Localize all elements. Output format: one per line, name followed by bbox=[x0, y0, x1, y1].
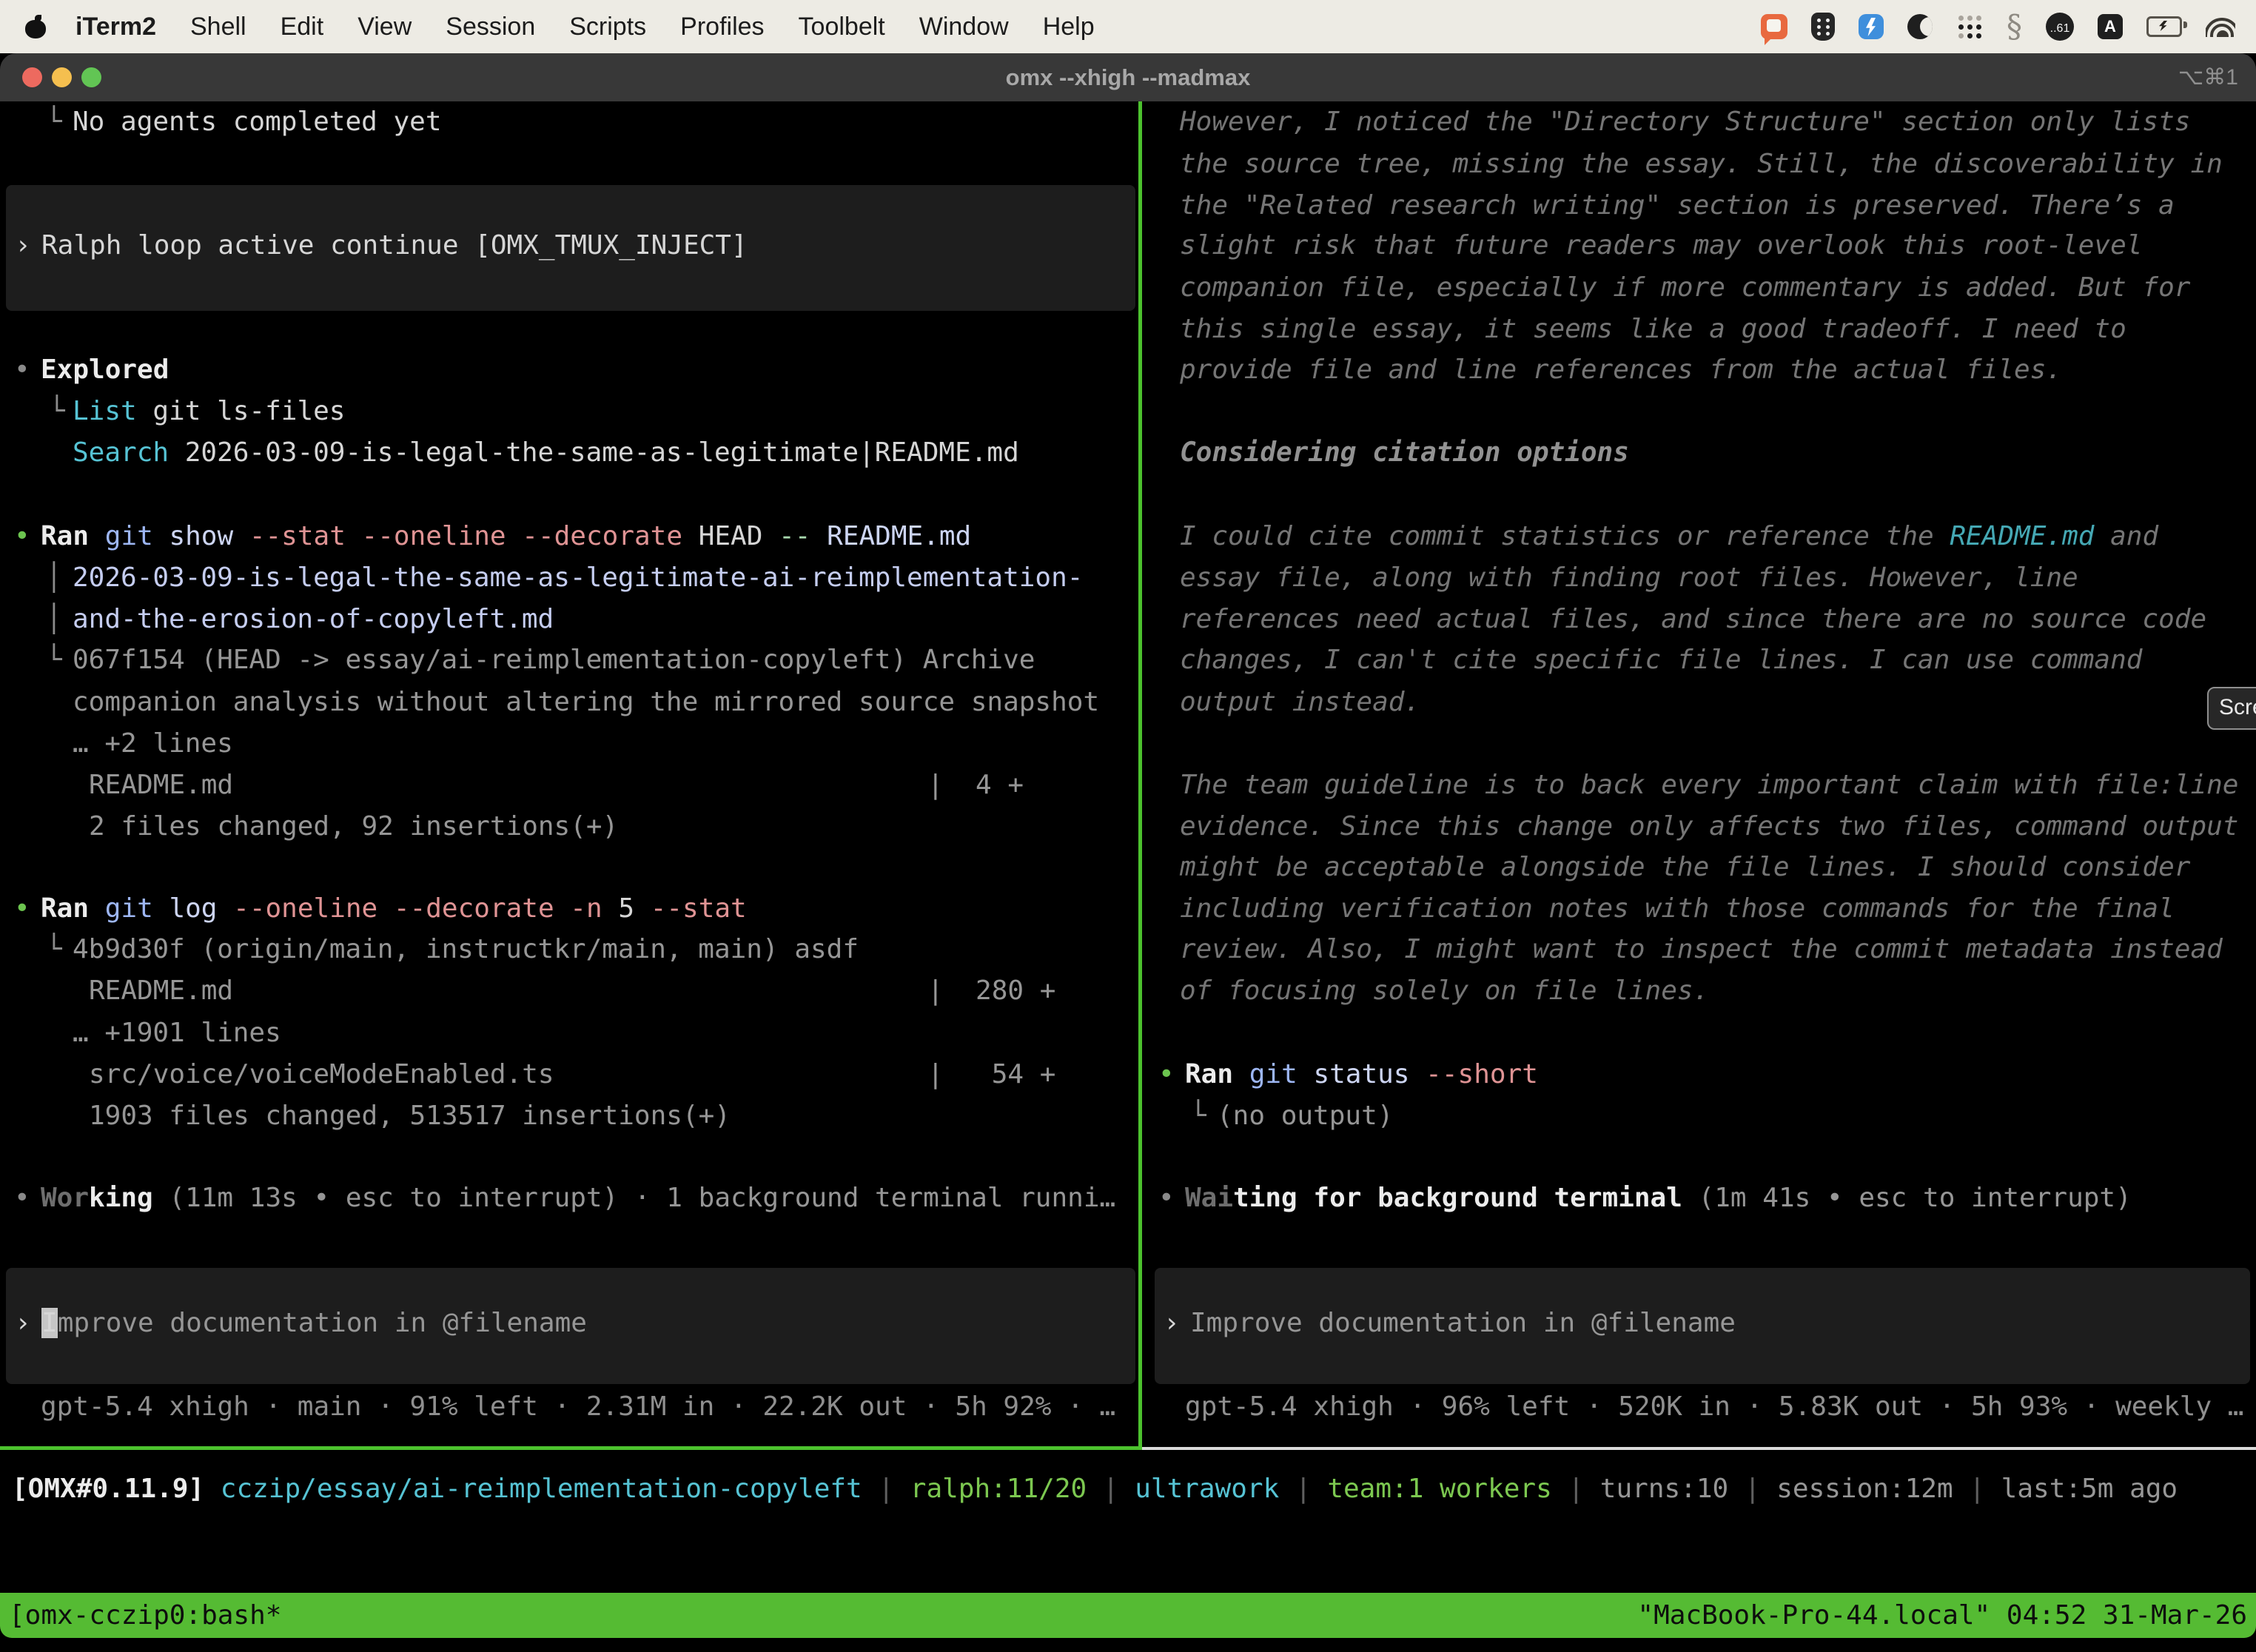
menu-edit[interactable]: Edit bbox=[281, 13, 324, 41]
thinking-line: changes, I can't cite specific file line… bbox=[1180, 639, 2142, 681]
thinking-line: provide file and line references from th… bbox=[1180, 349, 2062, 391]
right-pane-bottom-border bbox=[1142, 1447, 2256, 1450]
thinking-line: of focusing solely on file lines. bbox=[1180, 970, 1709, 1012]
agent-completion-status: No agents completed yet bbox=[73, 101, 442, 143]
command-arg-wrap: and-the-erosion-of-copyleft.md bbox=[73, 599, 554, 640]
menu-items: iTerm2 Shell Edit View Session Scripts Profile… bbox=[75, 13, 1095, 41]
bullet: • bbox=[1158, 1054, 1175, 1095]
thinking-line: including verification notes with those … bbox=[1180, 888, 2175, 930]
tree-glyph: └ bbox=[46, 639, 62, 681]
bullet: • bbox=[14, 349, 30, 391]
dots-grid-icon[interactable] bbox=[1956, 13, 1983, 40]
wifi-icon[interactable] bbox=[2206, 16, 2235, 37]
diffstat-summary: 1903 files changed, 513517 insertions(+) bbox=[89, 1095, 731, 1137]
diffstat-summary: 2 files changed, 92 insertions(+) bbox=[89, 806, 618, 847]
thinking-line: this single essay, it seems like a good … bbox=[1180, 309, 2126, 350]
tree-glyph: └ bbox=[46, 929, 62, 970]
command-line: Ran git log --oneline --decorate -n 5 --… bbox=[41, 888, 747, 930]
thinking-line: essay file, along with finding root file… bbox=[1180, 557, 2078, 599]
diffstat-count: | 54 + bbox=[927, 1054, 1055, 1095]
keyboard-a-icon[interactable]: A bbox=[2098, 14, 2123, 39]
diffstat-count: | 4 + bbox=[927, 765, 1024, 806]
prompt-chevron: › bbox=[15, 225, 31, 266]
battery-icon[interactable] bbox=[2146, 16, 2182, 37]
terminal-content: └No agents completed yet›Ralph loop acti… bbox=[0, 0, 2256, 1652]
tmux-host-time: "MacBook-Pro-44.local" 04:52 31-Mar-26 bbox=[1637, 1593, 2247, 1638]
bullet: • bbox=[14, 516, 30, 557]
diffstat-file: README.md bbox=[89, 765, 233, 806]
prompt-chevron: › bbox=[15, 1303, 31, 1344]
tree-glyph: │ bbox=[46, 599, 62, 640]
thinking-line: The team guideline is to back every impo… bbox=[1180, 765, 2238, 806]
left-pane-bottom-border bbox=[0, 1446, 1142, 1450]
prompt-input-text: Improve documentation in @filename bbox=[1190, 1303, 1736, 1344]
bullet: • bbox=[14, 888, 30, 930]
apple-menu-icon[interactable] bbox=[25, 13, 47, 40]
diffstat-count: | 280 + bbox=[927, 970, 1055, 1012]
injected-prompt-text: Ralph loop active continue [OMX_TMUX_INJ… bbox=[41, 225, 748, 266]
command-output-line: … +2 lines bbox=[73, 723, 233, 765]
pane-divider[interactable] bbox=[1138, 101, 1142, 1450]
status-line-right: gpt-5.4 xhigh · 96% left · 520K in · 5.8… bbox=[1185, 1386, 2243, 1428]
command-output-line: 067f154 (HEAD -> essay/ai-reimplementati… bbox=[73, 639, 1035, 681]
waiting-status: Waiting for background terminal (1m 41s … bbox=[1185, 1178, 2132, 1219]
tmux-status-bar: [omx-cczip0:bash* "MacBook-Pro-44.local"… bbox=[0, 1593, 2256, 1638]
menu-help[interactable]: Help bbox=[1043, 13, 1095, 41]
command-output-line: … +1901 lines bbox=[73, 1013, 281, 1054]
tree-glyph: └ bbox=[49, 391, 65, 432]
prompt-input-text: Improve documentation in @filename bbox=[41, 1303, 587, 1344]
menu-window[interactable]: Window bbox=[919, 13, 1009, 41]
omx-status-line: [OMX#0.11.9] cczip/essay/ai-reimplementa… bbox=[12, 1468, 2178, 1510]
thinking-line: might be acceptable alongside the file l… bbox=[1180, 847, 2190, 888]
thinking-line: However, I noticed the "Directory Struct… bbox=[1180, 101, 2190, 143]
thinking-line: slight risk that future readers may over… bbox=[1180, 225, 2142, 266]
chat-menubar-icon[interactable] bbox=[1761, 14, 1787, 39]
command-line: Ran git show --stat --oneline --decorate… bbox=[41, 516, 971, 557]
diffstat-file: src/voice/voiceModeEnabled.ts bbox=[89, 1054, 554, 1095]
menu-view[interactable]: View bbox=[357, 13, 412, 41]
thinking-section-header: Considering citation options bbox=[1180, 432, 1629, 474]
command-output-line: companion analysis without altering the … bbox=[73, 682, 1099, 723]
shield-keypad-icon[interactable] bbox=[1811, 13, 1835, 41]
command-line: Ran git status --short bbox=[1185, 1054, 1538, 1095]
menubar-status-icons: § ..61 A bbox=[1761, 13, 2256, 41]
working-status: Working (11m 13s • esc to interrupt) · 1… bbox=[41, 1178, 1115, 1219]
diffstat-file: README.md bbox=[89, 970, 233, 1012]
status-line-left: gpt-5.4 xhigh · main · 91% left · 2.31M … bbox=[41, 1386, 1115, 1428]
thinking-line: I could cite commit statistics or refere… bbox=[1180, 516, 2158, 557]
menu-bar: iTerm2 Shell Edit View Session Scripts Profile… bbox=[0, 0, 2256, 53]
thinking-line: references need actual files, and since … bbox=[1180, 599, 2206, 640]
lightning-app-icon[interactable] bbox=[1859, 14, 1884, 39]
hook-squiggle-icon[interactable]: § bbox=[2007, 13, 2022, 40]
menu-session[interactable]: Session bbox=[446, 13, 535, 41]
command-arg-wrap: 2026-03-09-is-legal-the-same-as-legitima… bbox=[73, 557, 1083, 599]
pie-app-icon[interactable] bbox=[1907, 14, 1933, 39]
tree-glyph: └ bbox=[1190, 1095, 1206, 1137]
badge-61-icon[interactable]: ..61 bbox=[2046, 13, 2074, 41]
screen-notification-popup[interactable]: Scre bbox=[2207, 687, 2256, 730]
bullet: • bbox=[1158, 1178, 1175, 1219]
explored-list-line: List git ls-files bbox=[73, 391, 345, 432]
thinking-line: the source tree, missing the essay. Stil… bbox=[1180, 144, 2223, 185]
tmux-session-info[interactable]: [omx-cczip0:bash* bbox=[9, 1593, 281, 1638]
tree-glyph: │ bbox=[46, 557, 62, 599]
thinking-line: companion file, especially if more comme… bbox=[1180, 267, 2190, 309]
menu-profiles[interactable]: Profiles bbox=[680, 13, 764, 41]
menu-scripts[interactable]: Scripts bbox=[569, 13, 646, 41]
explored-search-line: Search 2026-03-09-is-legal-the-same-as-l… bbox=[73, 432, 1019, 474]
menu-toolbelt[interactable]: Toolbelt bbox=[799, 13, 885, 41]
command-output-line: (no output) bbox=[1217, 1095, 1393, 1137]
thinking-line: the "Related research writing" section i… bbox=[1180, 185, 2175, 226]
bullet: • bbox=[14, 1178, 30, 1219]
menu-shell[interactable]: Shell bbox=[190, 13, 246, 41]
thinking-line: review. Also, I might want to inspect th… bbox=[1180, 929, 2223, 970]
thinking-line: evidence. Since this change only affects… bbox=[1180, 806, 2238, 847]
thinking-line: output instead. bbox=[1180, 682, 1420, 723]
command-output-line: 4b9d30f (origin/main, instructkr/main, m… bbox=[73, 929, 859, 970]
menu-iterm2[interactable]: iTerm2 bbox=[75, 13, 156, 41]
prompt-chevron: › bbox=[1164, 1303, 1180, 1344]
explored-header: Explored bbox=[41, 349, 169, 391]
tree-glyph: └ bbox=[46, 101, 62, 143]
